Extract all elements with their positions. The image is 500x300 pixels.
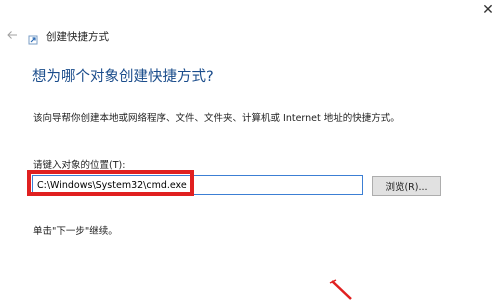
shortcut-wizard-icon <box>28 35 38 45</box>
wizard-title: 创建快捷方式 <box>46 31 109 43</box>
close-icon: ✕ <box>482 2 494 18</box>
location-field-label: 请键入对象的位置(T): <box>33 160 126 171</box>
close-button[interactable]: ✕ <box>477 0 499 20</box>
browse-button[interactable]: 浏览(R)... <box>372 176 441 196</box>
wizard-description: 该向导帮你创建本地或网络程序、文件、文件夹、计算机或 Internet 地址的快… <box>33 113 400 124</box>
next-step-hint: 单击"下一步"继续。 <box>33 226 118 237</box>
page-heading: 想为哪个对象创建快捷方式? <box>32 69 214 85</box>
red-arrow-annotation <box>329 279 352 300</box>
back-button[interactable] <box>3 27 21 43</box>
back-arrow-icon <box>7 31 17 39</box>
location-input[interactable] <box>32 175 363 195</box>
